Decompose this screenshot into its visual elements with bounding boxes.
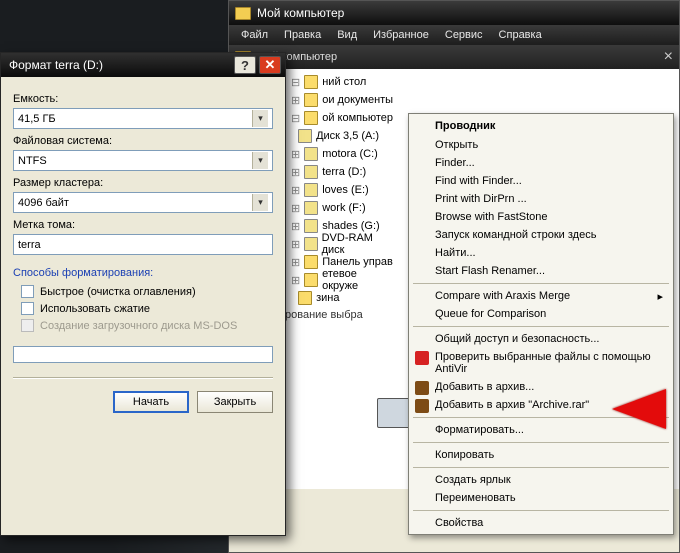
separator xyxy=(413,442,669,443)
start-button[interactable]: Начать xyxy=(113,391,189,413)
drive-icon xyxy=(304,183,318,197)
address-bar[interactable]: Мой компьютер × xyxy=(229,45,679,69)
checkbox-icon xyxy=(21,319,34,332)
chevron-down-icon[interactable]: ▾ xyxy=(252,152,268,169)
tree-item: Диск 3,5 (A:) xyxy=(285,127,395,145)
winrar-icon xyxy=(415,399,429,413)
menu-view[interactable]: Вид xyxy=(329,27,365,43)
drive-icon xyxy=(304,147,318,161)
tree-item: ⊞terra (D:) xyxy=(285,163,395,181)
menu-tools[interactable]: Сервис xyxy=(437,27,491,43)
drive-icon xyxy=(304,165,318,179)
filesystem-combo[interactable]: NTFS ▾ xyxy=(13,150,273,171)
checkbox-icon[interactable] xyxy=(21,302,34,315)
tree-item: ⊞ои документы xyxy=(285,91,395,109)
ctx-araxis-queue[interactable]: Queue for Comparison xyxy=(411,305,671,323)
format-dialog: Формат terra (D:) ? ✕ Емкость: 41,5 ГБ ▾… xyxy=(0,52,286,536)
menu-favorites[interactable]: Избранное xyxy=(365,27,437,43)
folder-tree[interactable]: ⊟ний стол ⊞ои документы ⊟ой компьютер Ди… xyxy=(285,69,395,299)
explorer-titlebar[interactable]: Мой компьютер xyxy=(229,1,679,25)
separator xyxy=(413,467,669,468)
dvd-icon xyxy=(304,237,317,251)
network-icon xyxy=(304,273,318,287)
ctx-cmd-here[interactable]: Запуск командной строки здесь xyxy=(411,226,671,244)
opt-compress-label: Использовать сжатие xyxy=(40,303,150,315)
context-menu-header: Проводник xyxy=(411,116,671,136)
opt-quick-label: Быстрое (очистка оглавления) xyxy=(40,286,196,298)
drive-icon xyxy=(304,201,318,215)
dialog-buttons: Начать Закрыть xyxy=(13,385,273,413)
tree-item: ⊞loves (E:) xyxy=(285,181,395,199)
cluster-combo[interactable]: 4096 байт ▾ xyxy=(13,192,273,213)
capacity-value: 41,5 ГБ xyxy=(18,113,56,125)
annotation-arrow-format xyxy=(612,389,666,429)
opt-msdos-label: Создание загрузочного диска MS-DOS xyxy=(40,320,237,332)
tree-item: ⊟ой компьютер xyxy=(285,109,395,127)
close-button[interactable]: ✕ xyxy=(259,56,281,74)
control-panel-icon xyxy=(304,255,318,269)
folder-icon xyxy=(304,93,318,107)
filesystem-label: Файловая система: xyxy=(13,135,273,147)
drive-icon xyxy=(304,219,318,233)
ctx-antivir-scan[interactable]: Проверить выбранные файлы с помощью Anti… xyxy=(411,348,671,378)
ctx-flash-renamer[interactable]: Start Flash Renamer... xyxy=(411,262,671,280)
cluster-value: 4096 байт xyxy=(18,197,69,209)
chevron-down-icon[interactable]: ▾ xyxy=(252,194,268,211)
capacity-combo[interactable]: 41,5 ГБ ▾ xyxy=(13,108,273,129)
ctx-find[interactable]: Найти... xyxy=(411,244,671,262)
format-title: Формат terra (D:) xyxy=(9,58,103,72)
context-menu: Проводник Открыть Finder... Find with Fi… xyxy=(408,113,674,535)
folder-icon xyxy=(235,7,251,20)
checkbox-icon[interactable] xyxy=(21,285,34,298)
filesystem-value: NTFS xyxy=(18,155,47,167)
folder-icon xyxy=(304,75,318,89)
tree-item: ⊟ний стол xyxy=(285,73,395,91)
cluster-label: Размер кластера: xyxy=(13,177,273,189)
ctx-browse-faststone[interactable]: Browse with FastStone xyxy=(411,208,671,226)
ctx-create-shortcut[interactable]: Создать ярлык xyxy=(411,471,671,489)
explorer-title: Мой компьютер xyxy=(257,6,344,20)
ctx-finder[interactable]: Finder... xyxy=(411,154,671,172)
volume-label-value: terra xyxy=(18,239,41,251)
tree-item: ⊞motora (C:) xyxy=(285,145,395,163)
format-body: Емкость: 41,5 ГБ ▾ Файловая система: NTF… xyxy=(1,77,285,421)
capacity-label: Емкость: xyxy=(13,93,273,105)
chevron-down-icon[interactable]: ▾ xyxy=(252,110,268,127)
separator xyxy=(413,326,669,327)
recycle-icon xyxy=(298,291,312,305)
tree-item: ⊞DVD-RAM диск xyxy=(285,235,395,253)
antivir-icon xyxy=(415,351,429,365)
volume-label-input[interactable]: terra xyxy=(13,234,273,255)
format-progress xyxy=(13,346,273,363)
menu-help[interactable]: Справка xyxy=(491,27,550,43)
ctx-print-dirprn[interactable]: Print with DirPrn ... xyxy=(411,190,671,208)
close-button[interactable]: Закрыть xyxy=(197,391,273,413)
separator xyxy=(13,377,273,379)
opt-quick-format-row[interactable]: Быстрое (очистка оглавления) xyxy=(21,285,273,298)
help-button[interactable]: ? xyxy=(234,56,256,74)
floppy-icon xyxy=(298,129,312,143)
ctx-copy[interactable]: Копировать xyxy=(411,446,671,464)
format-titlebar[interactable]: Формат terra (D:) ? ✕ xyxy=(1,53,285,77)
volume-label-caption: Метка тома: xyxy=(13,219,273,231)
menu-file[interactable]: Файл xyxy=(233,27,276,43)
explorer-menubar: Файл Правка Вид Избранное Сервис Справка xyxy=(229,25,679,45)
opt-msdos-row: Создание загрузочного диска MS-DOS xyxy=(21,319,273,332)
winrar-icon xyxy=(415,381,429,395)
ctx-properties[interactable]: Свойства xyxy=(411,514,671,532)
computer-icon xyxy=(304,111,318,125)
format-methods-caption: Способы форматирования: xyxy=(13,267,273,279)
menu-edit[interactable]: Правка xyxy=(276,27,329,43)
opt-compress-row[interactable]: Использовать сжатие xyxy=(21,302,273,315)
ctx-open[interactable]: Открыть xyxy=(411,136,671,154)
separator xyxy=(413,510,669,511)
separator xyxy=(413,283,669,284)
tree-item: ⊞етевое окруже xyxy=(285,271,395,289)
ctx-araxis-compare[interactable]: Compare with Araxis Merge xyxy=(411,287,671,305)
ctx-rename[interactable]: Переименовать xyxy=(411,489,671,507)
tree-item: ⊞work (F:) xyxy=(285,199,395,217)
ctx-sharing-security[interactable]: Общий доступ и безопасность... xyxy=(411,330,671,348)
ctx-find-with-finder[interactable]: Find with Finder... xyxy=(411,172,671,190)
close-panel-icon[interactable]: × xyxy=(664,48,673,66)
